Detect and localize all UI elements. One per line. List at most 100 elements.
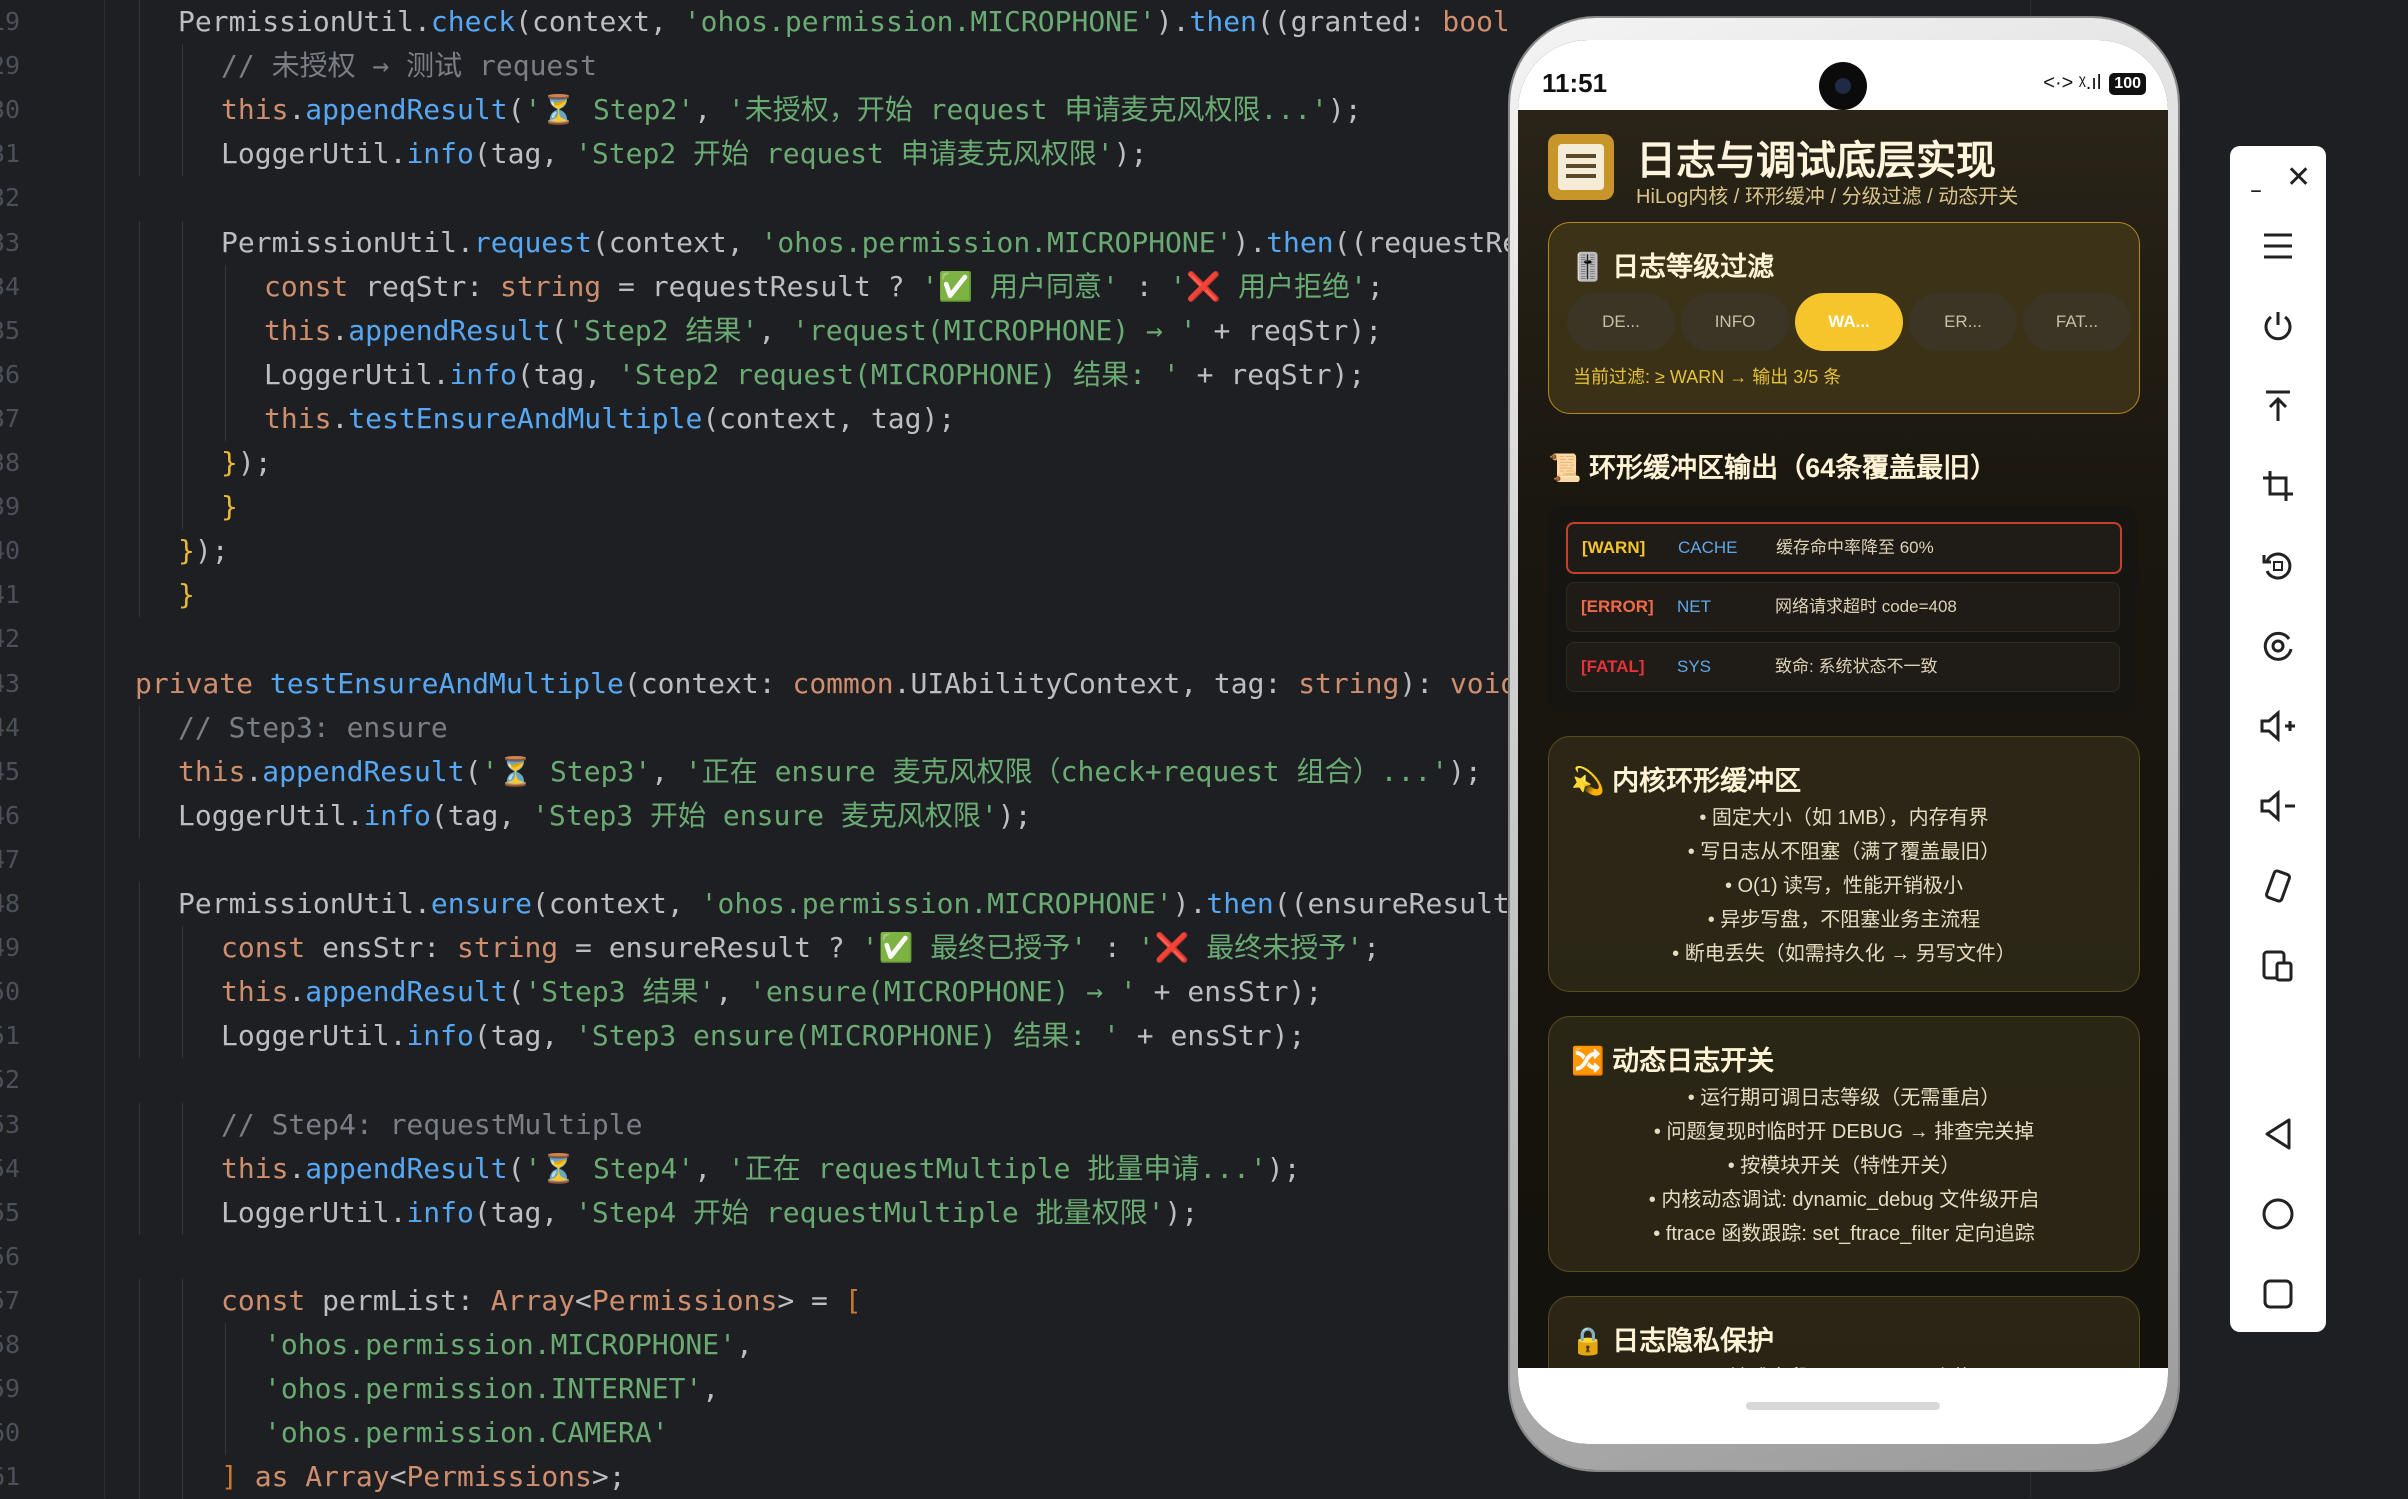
indent-guide — [225, 1323, 226, 1367]
chip-error[interactable]: ER... — [1909, 293, 2017, 351]
code-line[interactable]: 36 LoggerUtil.info(tag, 'Step2 request(MI… — [0, 352, 1510, 397]
line-number: 56 — [0, 1241, 21, 1271]
line-number: 50 — [0, 977, 21, 1007]
code-line[interactable]: 55 LoggerUtil.info(tag, 'Step4 开始 request… — [0, 1190, 1510, 1235]
home-indicator[interactable] — [1746, 1402, 1940, 1410]
code-line[interactable]: 39} — [0, 485, 1510, 530]
crop-button[interactable] — [2230, 456, 2326, 516]
chip-info[interactable]: INFO — [1681, 293, 1789, 351]
code-token: permList: — [305, 1283, 491, 1317]
kernel-card-title: 💫 内核环形缓冲区 — [1571, 766, 1802, 796]
code-token: , — [694, 93, 728, 127]
code-line[interactable]: 31 LoggerUtil.info(tag, 'Step2 开始 request… — [0, 132, 1510, 177]
code-text: } — [221, 485, 238, 529]
shake-button[interactable] — [2230, 856, 2326, 916]
line-number: 36 — [0, 359, 21, 389]
indent-guide — [182, 1367, 183, 1412]
code-token: + reqStr); — [1196, 313, 1383, 347]
code-line[interactable]: 19 PermissionUtil.check(context, 'ohos.pe… — [0, 0, 1510, 44]
code-line[interactable]: 60 'ohos.permission.CAMERA' — [0, 1411, 1510, 1456]
code-token: = ensureResult ? — [558, 931, 862, 965]
code-line[interactable]: 43 private testEnsureAndMultiple(context:… — [0, 662, 1510, 706]
code-line[interactable]: 54 this.appendResult('⏳ Step4', '正在 reque… — [0, 1146, 1510, 1191]
code-token: ); — [997, 798, 1032, 832]
code-line[interactable]: 34 const reqStr: string = requestResult ?… — [0, 264, 1510, 309]
code-line[interactable]: 30 this.appendResult('⏳ Step2', '未授权，开始 r… — [0, 88, 1510, 133]
code-line[interactable]: 35 this.appendResult('Step2 结果', 'request… — [0, 308, 1510, 353]
line-number: 53 — [0, 1109, 21, 1139]
indent-guide — [182, 396, 183, 441]
app-content[interactable]: 日志与调试底层实现 HiLog内核 / 环形缓冲 / 分级过滤 / 动态开关 🎚… — [1518, 110, 2168, 1444]
code-token: '⏳ Step3' — [481, 754, 652, 788]
code-line[interactable]: 57 const permList: Array<Permissions> = [ — [0, 1278, 1510, 1323]
code-token: ). — [1172, 887, 1207, 920]
code-line[interactable]: 38}); — [0, 441, 1510, 485]
kernel-bullet: • 写日志从不阻塞（满了覆盖最旧） — [1687, 841, 2001, 863]
chip-warn[interactable]: WA... — [1795, 293, 1903, 351]
code-line[interactable]: 29 // 未授权 → 测试 request — [0, 44, 1510, 89]
code-token: const — [264, 269, 349, 303]
code-token: ); — [237, 446, 272, 479]
line-number: 43 — [0, 668, 21, 698]
code-line[interactable]: 33 PermissionUtil.request(context, 'ohos.… — [0, 220, 1510, 265]
code-token: check — [430, 5, 516, 38]
indent-guide — [139, 529, 140, 574]
code-line[interactable]: 40}); — [0, 529, 1510, 574]
chip-fatal[interactable]: FAT... — [2023, 293, 2131, 351]
rotate-button[interactable] — [2230, 536, 2326, 596]
code-token: LoggerUtil. — [178, 798, 364, 832]
code-text: this.appendResult('Step3 结果', 'ensure(MI… — [221, 970, 1322, 1014]
code-text: LoggerUtil.info(tag, 'Step3 ensure(MICRO… — [221, 1014, 1305, 1058]
code-line[interactable]: 44 // Step3: ensure — [0, 705, 1510, 750]
privacy-card-title: 🔒 日志隐私保护 — [1571, 1326, 1775, 1356]
multi-device-button[interactable] — [2230, 936, 2326, 996]
code-line[interactable]: 53 // Step4: requestMultiple — [0, 1102, 1510, 1147]
power-button[interactable] — [2230, 296, 2326, 356]
volume-up-button[interactable] — [2230, 696, 2326, 756]
code-text: this.appendResult('⏳ Step3', '正在 ensure … — [178, 750, 1482, 794]
close-button[interactable]: ✕ — [2286, 160, 2311, 195]
screenshot-button[interactable] — [2230, 616, 2326, 676]
menu-button[interactable] — [2230, 216, 2326, 276]
chip-debug[interactable]: DE... — [1567, 293, 1675, 351]
page-title: 日志与调试底层实现 — [1636, 139, 1996, 183]
code-line[interactable]: 58 'ohos.permission.MICROPHONE', — [0, 1323, 1510, 1367]
indent-guide — [139, 44, 140, 89]
code-line[interactable]: 46 LoggerUtil.info(tag, 'Step3 开始 ensure … — [0, 793, 1510, 838]
code-line[interactable]: 51 LoggerUtil.info(tag, 'Step3 ensure(MIC… — [0, 1014, 1510, 1059]
pin-top-button[interactable] — [2230, 376, 2326, 436]
code-line[interactable]: 52 — [0, 1058, 1510, 1102]
code-line[interactable]: 56 — [0, 1235, 1510, 1279]
line-number: 55 — [0, 1197, 21, 1227]
code-line[interactable]: 59 'ohos.permission.INTERNET', — [0, 1367, 1510, 1412]
dynamic-bullet: • 运行期可调日志等级（无需重启） — [1687, 1087, 2001, 1109]
phone-screen[interactable]: 11:51 <·> ᵡ.ıl 100 日志与调试底层实现 HiLog内核 / 环… — [1518, 40, 2168, 1444]
code-token: LoggerUtil. — [264, 357, 450, 391]
volume-down-button[interactable] — [2230, 776, 2326, 836]
line-number: 40 — [0, 536, 21, 566]
code-token: ); — [1164, 1195, 1199, 1229]
code-token: info — [449, 357, 517, 391]
code-token: // Step3: ensure — [178, 710, 448, 744]
minimize-button[interactable]: – — [2250, 176, 2262, 204]
recents-button[interactable] — [2230, 1264, 2326, 1324]
line-number: 61 — [0, 1462, 21, 1492]
back-button[interactable] — [2230, 1104, 2326, 1164]
code-line[interactable]: 45 this.appendResult('⏳ Step3', '正在 ensur… — [0, 749, 1510, 794]
code-line[interactable]: 41} — [0, 573, 1510, 618]
code-line[interactable]: 61] as Array<Permissions>; — [0, 1455, 1510, 1499]
line-number: 52 — [0, 1065, 21, 1095]
home-button[interactable] — [2230, 1184, 2326, 1244]
power-icon — [2264, 312, 2292, 341]
code-token: (tag, — [516, 357, 619, 391]
code-line[interactable]: 50 this.appendResult('Step3 结果', 'ensure(… — [0, 970, 1510, 1015]
emulator-toolbar: – ✕ — [2230, 146, 2326, 1332]
code-token: . — [331, 401, 349, 435]
code-line[interactable]: 42 — [0, 617, 1510, 661]
code-line[interactable]: 47 — [0, 838, 1510, 882]
code-line[interactable]: 32 — [0, 176, 1510, 220]
code-text: this.appendResult('⏳ Step4', '正在 request… — [221, 1147, 1301, 1191]
code-line[interactable]: 37 this.testEnsureAndMultiple(context, ta… — [0, 396, 1510, 441]
code-line[interactable]: 48 PermissionUtil.ensure(context, 'ohos.p… — [0, 882, 1510, 926]
code-line[interactable]: 49 const ensStr: string = ensureResult ? … — [0, 926, 1510, 971]
